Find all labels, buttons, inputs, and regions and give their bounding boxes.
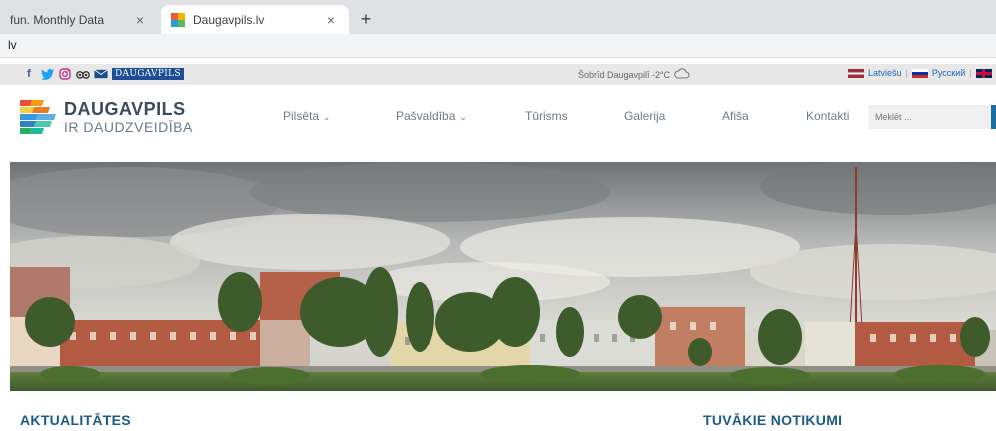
nav-item-turisms[interactable]: Tūrisms: [525, 109, 568, 123]
mail-icon[interactable]: [94, 67, 108, 81]
nav-label: Galerija: [624, 109, 666, 123]
lang-russian[interactable]: Русский: [932, 68, 965, 78]
tripadvisor-icon[interactable]: [76, 67, 90, 81]
facebook-icon[interactable]: f: [22, 67, 36, 81]
twitter-icon[interactable]: [40, 67, 54, 81]
events-section-title: TUVĀKIE NOTIKUMI: [703, 412, 843, 428]
hero-panorama-image: [10, 162, 996, 391]
divider: |: [905, 68, 908, 78]
close-icon[interactable]: ×: [132, 12, 148, 28]
site-top-strip: f DAUGAVPILS Šobrīd Daugavpilī -2°C Latv…: [0, 64, 996, 85]
chevron-down-icon: ⌄: [323, 112, 331, 122]
nav-item-galerija[interactable]: Galerija: [624, 109, 665, 123]
latvian-flag-icon: [848, 68, 864, 78]
daugavpils-badge[interactable]: DAUGAVPILS: [112, 68, 184, 80]
divider: |: [969, 68, 972, 78]
lang-latvian[interactable]: Latviešu: [868, 68, 902, 78]
browser-tab-strip: fun. Monthly Data × Daugavpils.lv × +: [0, 0, 996, 34]
site-header: DAUGAVPILS IR DAUDZVEIDĪBA Pilsēta ⌄ Pašv…: [0, 85, 996, 148]
cloud-icon: [674, 68, 690, 81]
chevron-down-icon: ⌄: [459, 112, 467, 122]
site-logo[interactable]: DAUGAVPILS IR DAUDZVEIDĪBA: [20, 100, 193, 134]
nav-label: Pilsēta: [283, 109, 320, 123]
nav-item-pilseta[interactable]: Pilsēta ⌄: [283, 109, 331, 123]
logo-subtitle: IR DAUDZVEIDĪBA: [64, 119, 193, 135]
nav-label: Afiša: [722, 109, 749, 123]
nav-label: Tūrisms: [525, 109, 568, 123]
news-section-title: AKTUALITĀTES: [20, 412, 131, 428]
nav-item-afisa[interactable]: Afiša: [722, 109, 749, 123]
nav-label: Pašvaldība: [396, 109, 456, 123]
weather-widget: Šobrīd Daugavpilī -2°C: [578, 68, 690, 81]
weather-text: Šobrīd Daugavpilī -2°C: [578, 69, 671, 80]
search-input[interactable]: [869, 105, 996, 129]
english-flag-icon: [975, 68, 992, 78]
logo-mark-icon: [20, 100, 56, 134]
nav-item-pasvaldiba[interactable]: Pašvaldība ⌄: [396, 109, 467, 123]
new-tab-button[interactable]: +: [355, 9, 377, 31]
browser-tab-daugavpils[interactable]: Daugavpils.lv ×: [161, 5, 349, 34]
search-button[interactable]: [991, 105, 996, 129]
logo-text: DAUGAVPILS IR DAUDZVEIDĪBA: [64, 100, 193, 134]
nav-item-kontakti[interactable]: Kontakti: [806, 109, 849, 123]
close-icon[interactable]: ×: [323, 12, 339, 28]
tab-title: Daugavpils.lv: [193, 12, 265, 27]
favicon-icon: [171, 12, 185, 27]
language-switcher: Latviešu | Русский | E: [848, 68, 996, 78]
nav-label: Kontakti: [806, 109, 850, 123]
instagram-icon[interactable]: [58, 67, 72, 81]
tab-title: fun. Monthly Data: [10, 12, 105, 27]
logo-title: DAUGAVPILS: [64, 99, 186, 119]
social-links: f DAUGAVPILS: [22, 67, 184, 81]
russian-flag-icon: [911, 68, 928, 78]
address-bar[interactable]: lv: [0, 34, 996, 58]
browser-tab-monthly-data[interactable]: fun. Monthly Data ×: [0, 5, 158, 34]
